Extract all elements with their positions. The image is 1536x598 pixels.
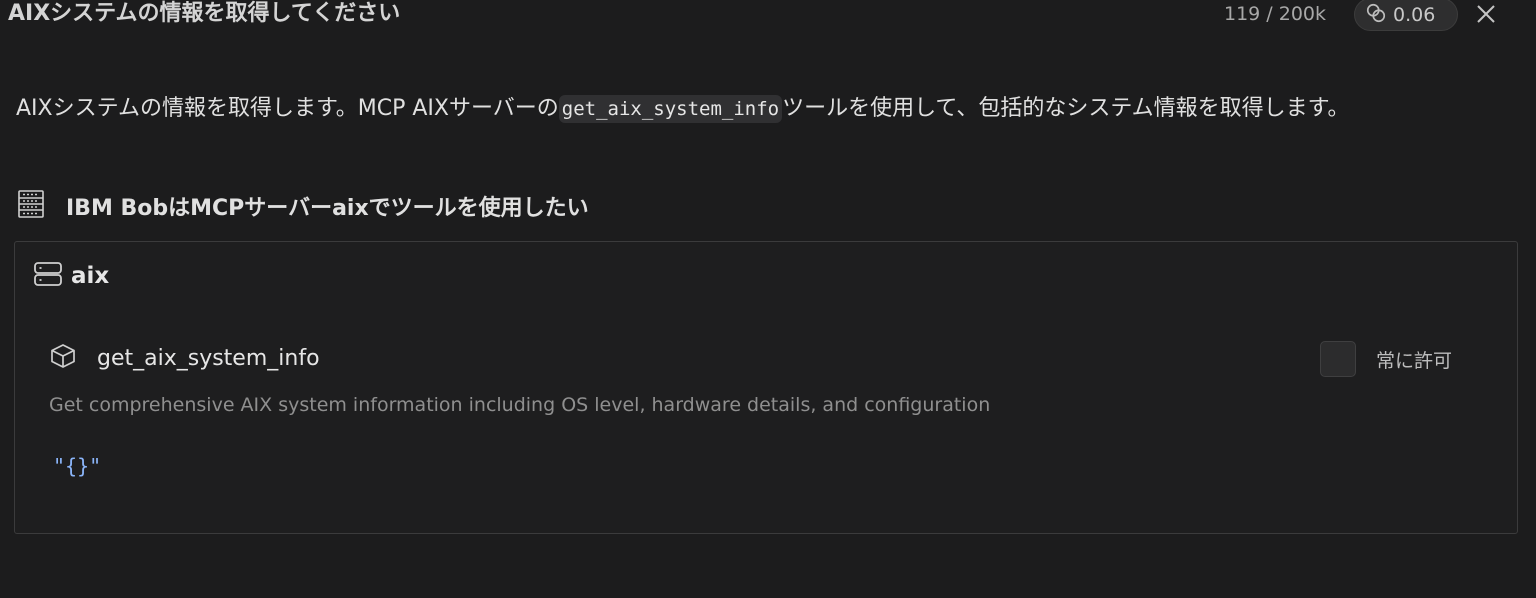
cost-value: 0.06 [1393, 3, 1436, 26]
cube-icon [49, 342, 77, 374]
coins-icon [1365, 2, 1387, 28]
message-text-after: ツールを使用して、包括的なシステム情報を取得します。 [782, 96, 1350, 121]
tool-name: get_aix_system_info [97, 345, 320, 371]
token-count: 119 / 200k [1224, 3, 1327, 25]
cost-badge: 0.06 [1354, 0, 1458, 31]
close-icon [1475, 3, 1497, 29]
inline-code: get_aix_system_info [558, 95, 783, 123]
server-icon [33, 259, 63, 293]
server-name: aix [71, 263, 110, 289]
always-allow-checkbox[interactable] [1320, 341, 1356, 377]
assistant-message: AIXシステムの情報を取得します。MCP AIXサーバーの get_aix_sys… [16, 90, 1516, 128]
task-title: AIXシステムの情報を取得してください [8, 1, 401, 26]
always-allow-toggle[interactable]: 常に許可 [1320, 340, 1452, 378]
tool-description: Get comprehensive AIX system information… [49, 394, 991, 416]
mcp-server-panel: aix get_aix_system_info 常に許可 Get compreh… [14, 241, 1518, 534]
close-button[interactable] [1472, 2, 1500, 30]
message-text-before: AIXシステムの情報を取得します。MCP AIXサーバーの [16, 96, 559, 121]
approval-view: AIXシステムの情報を取得してください 119 / 200k 0.06 AIXシ… [0, 0, 1536, 598]
task-header: AIXシステムの情報を取得してください 119 / 200k 0.06 [0, 0, 1536, 32]
tool-header: get_aix_system_info [49, 340, 320, 376]
server-rack-icon [18, 189, 44, 223]
tool-arguments: "{}" [53, 454, 102, 478]
permission-request: IBM BobはMCPサーバーaixでツールを使用したい [18, 190, 589, 222]
permission-text: IBM BobはMCPサーバーaixでツールを使用したい [66, 196, 589, 221]
always-allow-label: 常に許可 [1376, 349, 1453, 372]
server-header: aix [33, 260, 109, 292]
